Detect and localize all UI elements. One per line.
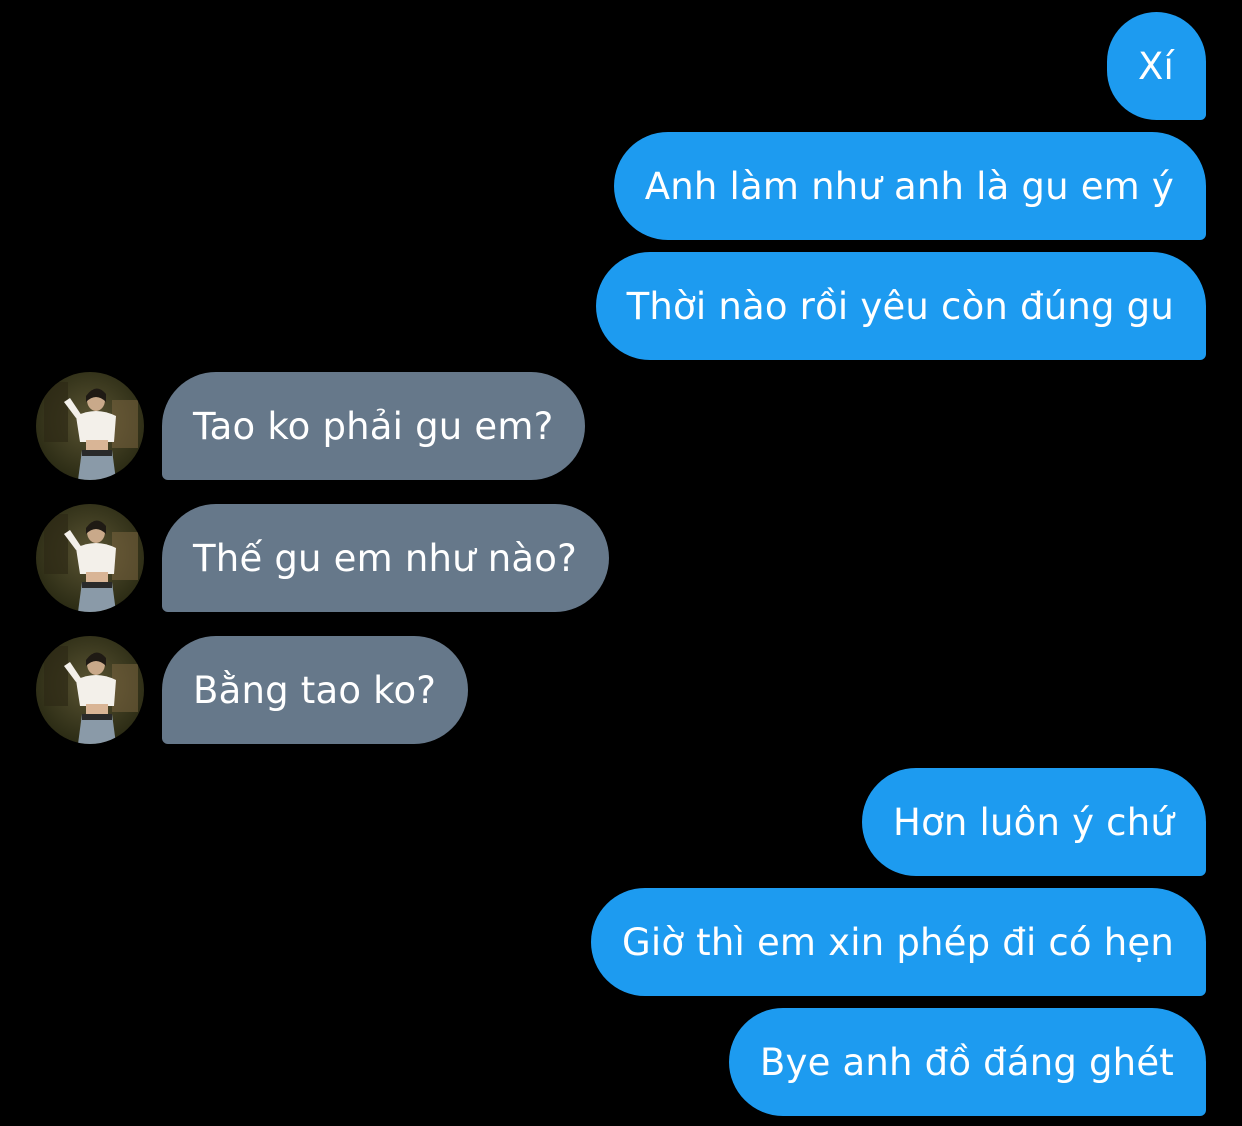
profile-photo	[36, 372, 144, 480]
avatar[interactable]	[36, 636, 144, 744]
avatar[interactable]	[36, 504, 144, 612]
message-row-sent: Bye anh đồ đáng ghét	[0, 1008, 1242, 1116]
message-row-sent: Thời nào rồi yêu còn đúng gu	[0, 252, 1242, 360]
message-row-sent: Anh làm như anh là gu em ý	[0, 132, 1242, 240]
profile-photo	[36, 636, 144, 744]
received-message-bubble[interactable]: Thế gu em như nào?	[162, 504, 609, 612]
message-row-sent: Xí	[0, 12, 1242, 120]
sent-message-bubble[interactable]: Anh làm như anh là gu em ý	[613, 132, 1206, 240]
sent-message-bubble[interactable]: Hơn luôn ý chứ	[862, 768, 1206, 876]
sent-message-bubble[interactable]: Thời nào rồi yêu còn đúng gu	[595, 252, 1206, 360]
profile-photo	[36, 504, 144, 612]
sent-message-bubble[interactable]: Giờ thì em xin phép đi có hẹn	[591, 888, 1206, 996]
sent-message-bubble[interactable]: Bye anh đồ đáng ghét	[728, 1008, 1206, 1116]
message-row-sent: Hơn luôn ý chứ	[0, 768, 1242, 876]
received-message-bubble[interactable]: Tao ko phải gu em?	[162, 372, 586, 480]
message-row-received: Bằng tao ko?	[0, 636, 1242, 744]
message-row-received: Tao ko phải gu em?	[0, 372, 1242, 480]
message-row-received: Thế gu em như nào?	[0, 504, 1242, 612]
message-row-sent: Giờ thì em xin phép đi có hẹn	[0, 888, 1242, 996]
sent-message-bubble[interactable]: Xí	[1106, 12, 1206, 120]
received-message-bubble[interactable]: Bằng tao ko?	[162, 636, 469, 744]
avatar[interactable]	[36, 372, 144, 480]
message-thread: Xí Anh làm như anh là gu em ý Thời nào r…	[0, 0, 1242, 1126]
